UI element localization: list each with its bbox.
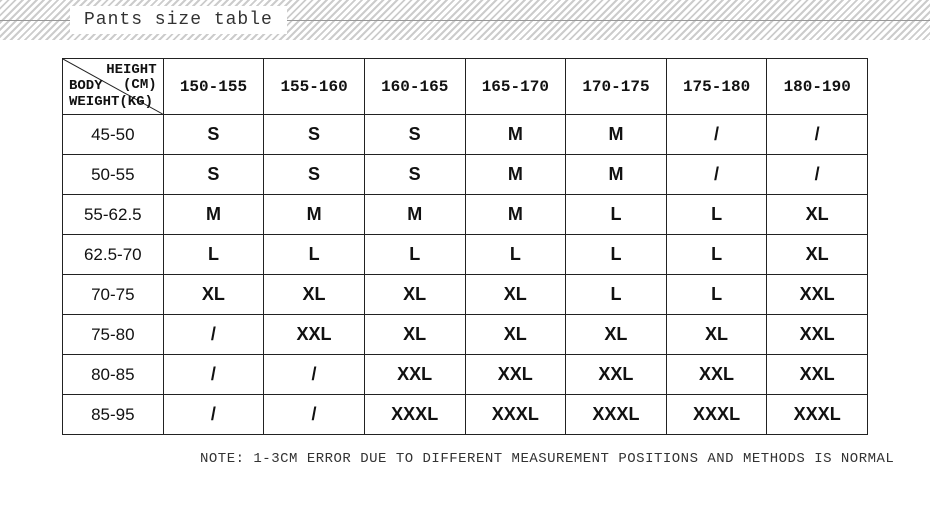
size-cell: XXXL	[566, 395, 667, 435]
size-cell: L	[566, 275, 667, 315]
size-cell: XL	[163, 275, 264, 315]
size-cell: XXL	[767, 315, 868, 355]
size-cell: XXL	[666, 355, 767, 395]
size-cell: XXL	[264, 315, 365, 355]
size-cell: L	[163, 235, 264, 275]
row-label: 55-62.5	[63, 195, 164, 235]
col-header: 180-190	[767, 59, 868, 115]
corner-header: HEIGHT (CM) BODY WEIGHT(KG)	[63, 59, 164, 115]
size-cell: L	[666, 195, 767, 235]
row-label: 62.5-70	[63, 235, 164, 275]
corner-bot-1: BODY	[69, 78, 103, 94]
size-cell: XL	[465, 315, 566, 355]
size-cell: /	[666, 115, 767, 155]
header-stripe: Pants size table	[0, 0, 930, 40]
table-row: 50-55 S S S M M / /	[63, 155, 868, 195]
row-label: 70-75	[63, 275, 164, 315]
size-cell: L	[264, 235, 365, 275]
size-cell: /	[163, 395, 264, 435]
size-cell: S	[264, 155, 365, 195]
row-label: 80-85	[63, 355, 164, 395]
col-header: 160-165	[364, 59, 465, 115]
size-cell: XXL	[767, 275, 868, 315]
size-cell: S	[364, 115, 465, 155]
size-cell: XXXL	[465, 395, 566, 435]
footnote: NOTE: 1-3CM ERROR DUE TO DIFFERENT MEASU…	[0, 441, 930, 467]
col-header: 150-155	[163, 59, 264, 115]
size-cell: S	[264, 115, 365, 155]
size-cell: L	[566, 235, 667, 275]
size-cell: M	[163, 195, 264, 235]
size-cell: M	[566, 155, 667, 195]
size-cell: M	[465, 115, 566, 155]
size-cell: XL	[566, 315, 667, 355]
size-cell: M	[264, 195, 365, 235]
size-cell: XXL	[364, 355, 465, 395]
size-cell: L	[465, 235, 566, 275]
size-cell: XXXL	[767, 395, 868, 435]
row-label: 50-55	[63, 155, 164, 195]
size-cell: S	[163, 115, 264, 155]
size-cell: S	[364, 155, 465, 195]
corner-top-1: HEIGHT	[106, 62, 156, 78]
size-cell: L	[666, 275, 767, 315]
table-row: 70-75 XL XL XL XL L L XXL	[63, 275, 868, 315]
size-table: HEIGHT (CM) BODY WEIGHT(KG) 150-155 155-…	[62, 58, 868, 435]
size-cell: XL	[465, 275, 566, 315]
size-cell: L	[364, 235, 465, 275]
size-cell: /	[264, 395, 365, 435]
size-cell: XL	[666, 315, 767, 355]
size-cell: L	[666, 235, 767, 275]
page-title: Pants size table	[70, 6, 287, 34]
size-cell: XL	[767, 195, 868, 235]
size-cell: S	[163, 155, 264, 195]
size-cell: XL	[767, 235, 868, 275]
table-row: 45-50 S S S M M / /	[63, 115, 868, 155]
size-cell: XL	[264, 275, 365, 315]
size-cell: XXL	[767, 355, 868, 395]
size-cell: /	[767, 155, 868, 195]
size-cell: XXL	[465, 355, 566, 395]
size-cell: XL	[364, 275, 465, 315]
size-cell: /	[163, 355, 264, 395]
size-cell: /	[666, 155, 767, 195]
table-row: 85-95 / / XXXL XXXL XXXL XXXL XXXL	[63, 395, 868, 435]
table-body: 45-50 S S S M M / / 50-55 S S S M M / / …	[63, 115, 868, 435]
size-cell: M	[566, 115, 667, 155]
size-cell: M	[465, 195, 566, 235]
table-row: 75-80 / XXL XL XL XL XL XXL	[63, 315, 868, 355]
size-cell: XL	[364, 315, 465, 355]
size-cell: M	[465, 155, 566, 195]
table-row: 80-85 / / XXL XXL XXL XXL XXL	[63, 355, 868, 395]
size-cell: XXXL	[364, 395, 465, 435]
table-header-row: HEIGHT (CM) BODY WEIGHT(KG) 150-155 155-…	[63, 59, 868, 115]
row-label: 45-50	[63, 115, 164, 155]
size-table-container: HEIGHT (CM) BODY WEIGHT(KG) 150-155 155-…	[0, 40, 930, 441]
col-header: 155-160	[264, 59, 365, 115]
col-header: 165-170	[465, 59, 566, 115]
size-cell: L	[566, 195, 667, 235]
table-row: 62.5-70 L L L L L L XL	[63, 235, 868, 275]
row-label: 75-80	[63, 315, 164, 355]
size-cell: /	[767, 115, 868, 155]
row-label: 85-95	[63, 395, 164, 435]
size-cell: XXL	[566, 355, 667, 395]
corner-bot-2: WEIGHT(KG)	[69, 94, 153, 110]
size-cell: XXXL	[666, 395, 767, 435]
size-cell: M	[364, 195, 465, 235]
size-cell: /	[264, 355, 365, 395]
col-header: 170-175	[566, 59, 667, 115]
table-row: 55-62.5 M M M M L L XL	[63, 195, 868, 235]
col-header: 175-180	[666, 59, 767, 115]
size-cell: /	[163, 315, 264, 355]
